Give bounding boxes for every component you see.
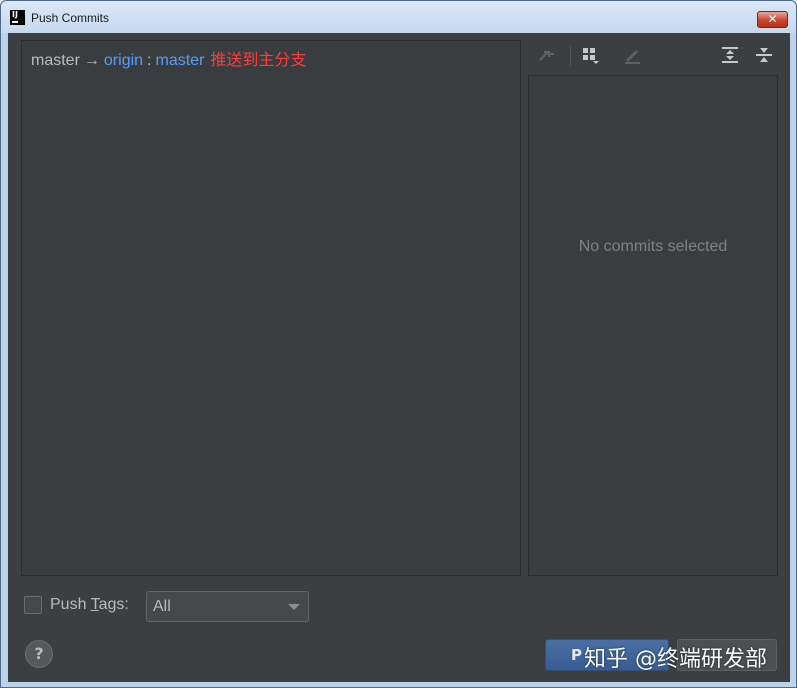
annotation-text: 推送到主分支 [210,52,307,69]
empty-state-text: No commits selected [578,238,728,255]
remote-name-link[interactable]: origin [104,52,143,69]
collapse-all-icon[interactable] [752,43,776,67]
push-tags-selected-value: All [153,598,171,615]
push-tags-checkbox[interactable] [24,596,42,614]
target-branch-link[interactable]: master [156,52,205,69]
cherry-pick-icon[interactable] [535,43,559,67]
commit-details-panel: No commits selected [528,75,778,576]
details-toolbar [532,43,782,71]
help-button[interactable]: ? [25,640,53,668]
window-title: Push Commits [31,11,110,25]
intellij-app-icon: IJ [10,10,25,25]
commit-tree-panel[interactable]: master → origin: master 推送到主分支 [21,40,521,576]
push-tags-row: Push Tags: All [24,591,324,622]
separator: : [147,52,152,69]
dialog-content: master → origin: master 推送到主分支 No commits se… [8,33,790,682]
toolbar-separator [570,46,571,66]
expand-all-icon[interactable] [718,43,742,67]
arrow-icon: → [83,52,100,69]
chevron-down-icon [288,604,300,610]
edit-icon[interactable] [620,43,644,67]
push-tags-label[interactable]: Push Tags: [50,596,129,614]
watermark-text: 知乎 @终端研发部 [584,647,767,672]
title-bar: IJ Push Commits ✕ [1,1,796,33]
group-by-icon[interactable] [578,43,602,67]
push-tags-select[interactable]: All [146,591,309,622]
close-button[interactable]: ✕ [757,11,788,28]
push-spec-row: master → origin: master 推送到主分支 [31,46,306,70]
source-branch: master [31,52,80,69]
push-commits-dialog: IJ Push Commits ✕ master → origin: master 推送… [0,0,797,688]
